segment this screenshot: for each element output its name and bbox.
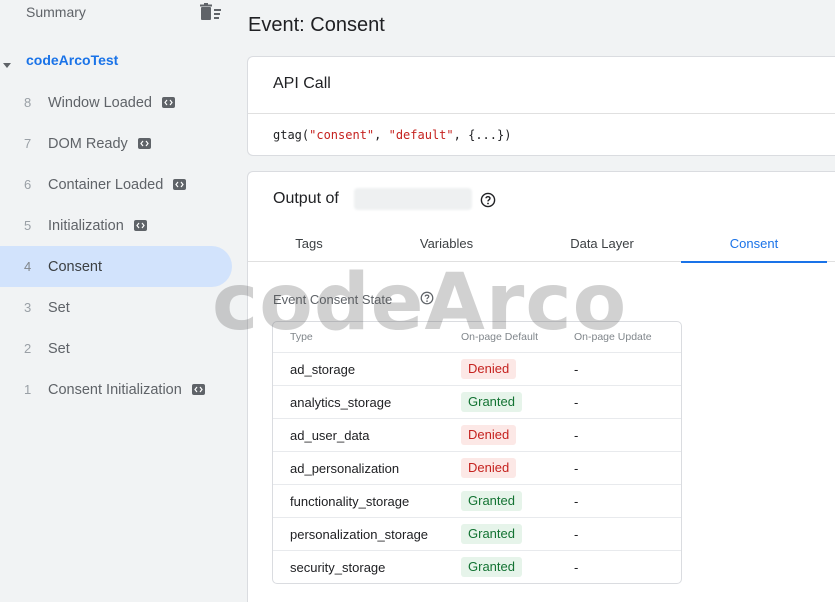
consent-type: security_storage — [290, 559, 386, 575]
tab-consent[interactable]: Consent — [681, 224, 827, 263]
consent-type: ad_storage — [290, 361, 356, 377]
code-icon — [133, 220, 147, 231]
api-call-heading: API Call — [248, 57, 835, 114]
code-suffix: , {...}) — [453, 128, 512, 142]
status-badge: Denied — [461, 359, 517, 379]
event-number: 6 — [24, 177, 32, 192]
event-item-consent[interactable]: 4 Consent — [0, 246, 232, 287]
code-icon — [137, 138, 151, 149]
consent-state-heading: Event Consent State — [273, 292, 393, 307]
table-row: ad_user_data Denied - — [273, 418, 681, 451]
status-badge: Denied — [461, 425, 517, 445]
page-title: Event: Consent — [248, 14, 385, 36]
table-row: personalization_storage Granted - — [273, 517, 681, 550]
api-call-code: gtag("consent", "default", {...}) — [248, 114, 835, 142]
event-label: Consent Initialization — [48, 381, 182, 398]
event-item-consent-initialization[interactable]: 1 Consent Initialization — [0, 369, 232, 410]
output-tabs: Tags Variables Data Layer Consent — [248, 224, 835, 263]
event-label: Initialization — [48, 217, 124, 234]
update-value: - — [574, 361, 579, 377]
event-label: Container Loaded — [48, 176, 164, 193]
column-header-default: On-page Default — [461, 331, 539, 343]
status-badge: Granted — [461, 491, 522, 511]
code-icon — [191, 384, 205, 395]
table-row: ad_storage Denied - — [273, 352, 681, 385]
update-value: - — [574, 493, 579, 509]
consent-type: ad_user_data — [290, 427, 370, 443]
tab-tags[interactable]: Tags — [248, 224, 370, 262]
status-badge: Denied — [461, 458, 517, 478]
event-item-window-loaded[interactable]: 8 Window Loaded — [0, 82, 232, 123]
event-number: 5 — [24, 218, 32, 233]
tab-variables[interactable]: Variables — [370, 224, 523, 262]
code-icon — [162, 97, 175, 108]
table-row: ad_personalization Denied - — [273, 451, 681, 484]
event-number: 8 — [24, 95, 32, 110]
table-row: security_storage Granted - — [273, 550, 681, 583]
tab-data-layer[interactable]: Data Layer — [523, 224, 681, 262]
update-value: - — [574, 460, 579, 476]
event-number: 2 — [24, 341, 32, 356]
consent-table: Type On-page Default On-page Update ad_s… — [272, 321, 682, 584]
event-number: 3 — [24, 300, 32, 315]
status-badge: Granted — [461, 392, 522, 412]
api-call-card: API Call gtag("consent", "default", {...… — [247, 56, 835, 156]
event-label: Set — [48, 299, 70, 316]
output-title: Output of — [273, 190, 339, 207]
event-number: 1 — [24, 382, 32, 397]
consent-type: personalization_storage — [290, 526, 429, 542]
code-icon — [173, 179, 187, 190]
column-header-update: On-page Update — [574, 331, 652, 343]
code-arg-consent: "consent" — [309, 128, 375, 142]
help-circle-icon[interactable] — [480, 192, 496, 208]
update-value: - — [574, 559, 579, 575]
event-item-set[interactable]: 2 Set — [0, 328, 232, 369]
event-item-set[interactable]: 3 Set — [0, 287, 232, 328]
consent-type: analytics_storage — [290, 394, 392, 410]
help-circle-icon[interactable] — [420, 291, 434, 305]
event-label: Consent — [48, 258, 103, 275]
event-label: Set — [48, 340, 70, 357]
event-item-container-loaded[interactable]: 6 Container Loaded — [0, 164, 232, 205]
event-number: 7 — [24, 136, 32, 151]
container-name: codeArcoTest — [26, 52, 119, 68]
event-item-initialization[interactable]: 5 Initialization — [0, 205, 232, 246]
code-arg-default: "default" — [388, 128, 454, 142]
code-prefix: gtag( — [273, 128, 310, 142]
redacted-tag-name — [354, 188, 472, 210]
event-label: DOM Ready — [48, 135, 128, 152]
summary-label: Summary — [26, 4, 86, 20]
table-header-row: Type On-page Default On-page Update — [273, 322, 681, 352]
sidebar: Summary codeArcoTest 8 Window Loaded 7 D… — [0, 0, 235, 602]
update-value: - — [574, 394, 579, 410]
status-badge: Granted — [461, 557, 522, 577]
table-row: functionality_storage Granted - — [273, 484, 681, 517]
consent-type: ad_personalization — [290, 460, 400, 476]
column-header-type: Type — [290, 331, 313, 343]
delete-list-icon[interactable] — [199, 3, 223, 21]
event-number: 4 — [24, 259, 32, 274]
event-label: Window Loaded — [48, 94, 152, 111]
event-item-dom-ready[interactable]: 7 DOM Ready — [0, 123, 232, 164]
status-badge: Granted — [461, 524, 522, 544]
container-item[interactable]: codeArcoTest — [0, 48, 235, 74]
update-value: - — [574, 526, 579, 542]
update-value: - — [574, 427, 579, 443]
output-card: Output of Tags Variables Data Layer Cons… — [247, 171, 835, 602]
caret-down-icon[interactable] — [2, 57, 12, 68]
consent-type: functionality_storage — [290, 493, 410, 509]
summary-item[interactable]: Summary — [0, 0, 235, 26]
code-separator: , — [374, 128, 389, 142]
table-row: analytics_storage Granted - — [273, 385, 681, 418]
